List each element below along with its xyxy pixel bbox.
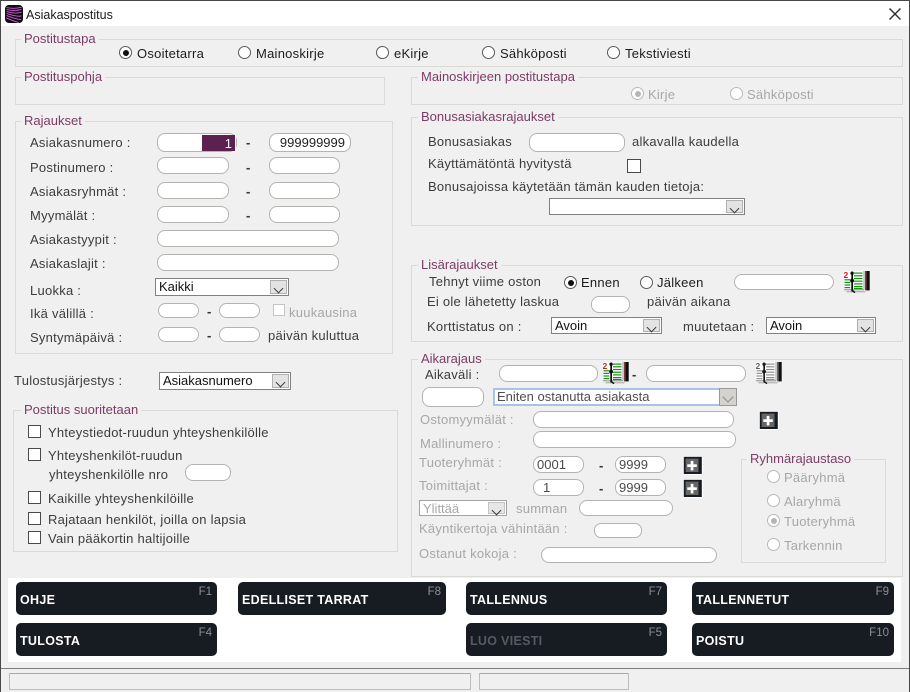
svg-text:2: 2 [844, 271, 849, 280]
svg-text:2: 2 [756, 362, 761, 371]
svg-text:2: 2 [603, 362, 608, 371]
